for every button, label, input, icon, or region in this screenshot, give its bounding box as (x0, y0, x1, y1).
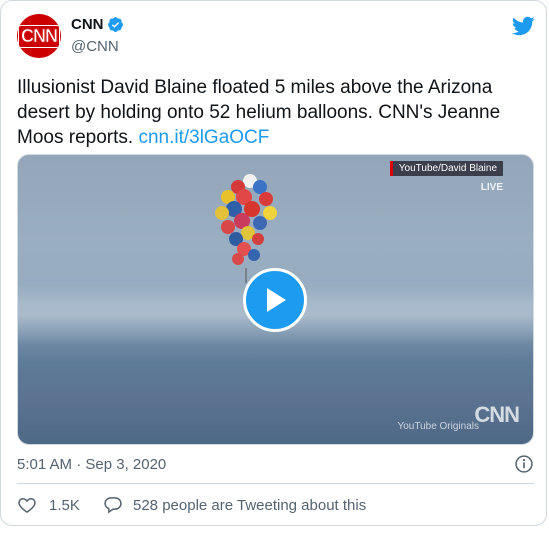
tweet-link[interactable]: cnn.it/3lGaOCF (138, 127, 269, 148)
source-tag: YouTube/David Blaine (389, 161, 503, 176)
speech-bubble-icon (104, 497, 122, 514)
author-name-row[interactable]: CNN (71, 16, 124, 33)
youtube-originals-watermark: YouTube Originals (397, 421, 479, 432)
info-icon[interactable] (514, 454, 534, 474)
tweet-text: Illusionist David Blaine floated 5 miles… (17, 75, 532, 150)
verified-badge-icon (107, 17, 123, 32)
play-button[interactable] (243, 268, 307, 332)
author-name[interactable]: CNN (71, 16, 104, 33)
cnn-watermark: CNN (474, 402, 520, 427)
author-handle[interactable]: @CNN (71, 38, 119, 55)
conversation-link[interactable]: 528 people are Tweeting about this (103, 495, 366, 515)
live-tag: LIVE (480, 182, 503, 193)
play-icon (267, 288, 286, 312)
twitter-bird-icon[interactable] (511, 14, 535, 38)
tweet-timestamp[interactable]: 5:01 AM · Sep 3, 2020 (17, 456, 166, 473)
tweet-card: CNN CNN @CNN Illusionist David Blaine fl… (0, 0, 547, 526)
cnn-logo: CNN (18, 24, 60, 48)
tweeting-about-text: 528 people are Tweeting about this (133, 496, 367, 514)
like-button[interactable]: 1.5K (17, 495, 80, 515)
like-count: 1.5K (49, 496, 80, 514)
divider (17, 483, 534, 484)
heart-icon (18, 497, 36, 513)
avatar[interactable]: CNN (17, 14, 61, 58)
video-thumbnail[interactable]: YouTube/David Blaine LIVE YouTube Origin… (17, 154, 534, 445)
balloons-cluster-image (215, 174, 277, 283)
